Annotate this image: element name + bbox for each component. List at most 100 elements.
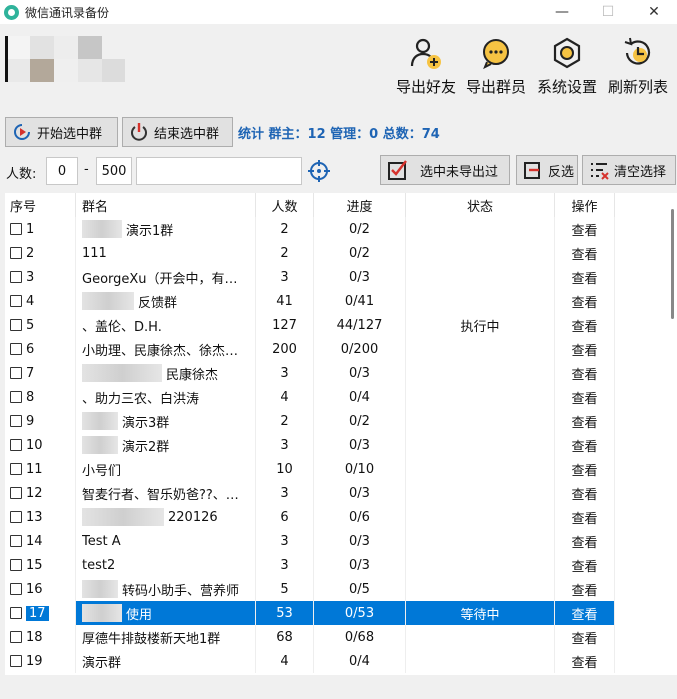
minimize-button[interactable]: —: [539, 0, 585, 24]
view-link[interactable]: 查看: [555, 601, 615, 625]
start-selected-label: 开始选中群: [37, 126, 103, 142]
table-row[interactable]: 4 反馈群 41 0/41 查看: [5, 289, 665, 313]
min-count-input[interactable]: 0: [46, 157, 78, 185]
start-selected-button[interactable]: 开始选中群: [5, 117, 118, 147]
stop-selected-button[interactable]: 结束选中群: [122, 117, 233, 147]
row-number-cell: 2: [5, 241, 76, 265]
table-row[interactable]: 3 GeorgeXu（开会中，有… 3 0/3 查看: [5, 265, 665, 289]
select-unexported-button[interactable]: 选中未导出过: [380, 155, 510, 185]
horizontal-scrollbar[interactable]: [5, 676, 677, 699]
group-name: GeorgeXu（开会中，有…: [82, 271, 238, 287]
row-checkbox[interactable]: [10, 439, 22, 451]
view-link[interactable]: 查看: [555, 217, 615, 241]
col-header-progress[interactable]: 进度: [314, 193, 406, 217]
member-count: 3: [256, 265, 314, 289]
row-checkbox[interactable]: [10, 559, 22, 571]
col-header-no[interactable]: 序号: [5, 193, 76, 217]
row-number: 16: [26, 581, 43, 597]
view-link[interactable]: 查看: [555, 385, 615, 409]
refresh-button[interactable]: 刷新列表: [603, 36, 673, 97]
group-name-cell: 演示群: [76, 649, 256, 673]
view-link[interactable]: 查看: [555, 481, 615, 505]
group-name-cell: 111: [76, 241, 256, 265]
group-name-cell: 演示2群: [76, 433, 256, 457]
scroll-thumb[interactable]: [671, 209, 674, 319]
view-link[interactable]: 查看: [555, 505, 615, 529]
member-count: 41: [256, 289, 314, 313]
view-link[interactable]: 查看: [555, 625, 615, 649]
table-row[interactable]: 6 小助理、民康徐杰、徐杰… 200 0/200 查看: [5, 337, 665, 361]
table-row[interactable]: 12 智麦行者、智乐奶爸??、… 3 0/3 查看: [5, 481, 665, 505]
col-header-action[interactable]: 操作: [555, 193, 615, 217]
table-row[interactable]: 13 220126 6 0/6 查看: [5, 505, 665, 529]
col-header-count[interactable]: 人数: [256, 193, 314, 217]
row-number-cell: 6: [5, 337, 76, 361]
table-row[interactable]: 17 使用 53 0/53 等待中 查看: [5, 601, 665, 625]
settings-label: 系统设置: [536, 78, 597, 96]
clear-selection-button[interactable]: 清空选择: [582, 155, 676, 185]
view-link[interactable]: 查看: [555, 409, 615, 433]
table-row[interactable]: 19 演示群 4 0/4 查看: [5, 649, 665, 673]
max-count-input[interactable]: 500: [96, 157, 132, 185]
row-checkbox[interactable]: [10, 607, 22, 619]
view-link[interactable]: 查看: [555, 337, 615, 361]
table-row[interactable]: 10 演示2群 3 0/3 查看: [5, 433, 665, 457]
settings-button[interactable]: 系统设置: [532, 36, 602, 97]
progress: 0/41: [314, 289, 406, 313]
table-row[interactable]: 1 演示1群 2 0/2 查看: [5, 217, 665, 241]
table-row[interactable]: 18 厚德牛排鼓楼新天地1群 68 0/68 查看: [5, 625, 665, 649]
table-row[interactable]: 7 民康徐杰 3 0/3 查看: [5, 361, 665, 385]
table-row[interactable]: 16 转码小助手、营养师 5 0/5 查看: [5, 577, 665, 601]
col-header-status[interactable]: 状态: [406, 193, 555, 217]
row-checkbox[interactable]: [10, 295, 22, 307]
member-count: 53: [256, 601, 314, 625]
table-row[interactable]: 9 演示3群 2 0/2 查看: [5, 409, 665, 433]
export-friends-button[interactable]: 导出好友: [391, 36, 461, 97]
view-link[interactable]: 查看: [555, 529, 615, 553]
table-row[interactable]: 14 Test A 3 0/3 查看: [5, 529, 665, 553]
row-number-cell: 18: [5, 625, 76, 649]
vertical-scrollbar[interactable]: [667, 193, 677, 675]
maximize-button[interactable]: ☐: [585, 0, 631, 24]
gear-icon: [553, 37, 581, 69]
row-checkbox[interactable]: [10, 247, 22, 259]
row-checkbox[interactable]: [10, 511, 22, 523]
table-row[interactable]: 2 111 2 0/2 查看: [5, 241, 665, 265]
table-row[interactable]: 8 、助力三农、白洪涛 4 0/4 查看: [5, 385, 665, 409]
row-checkbox[interactable]: [10, 319, 22, 331]
view-link[interactable]: 查看: [555, 577, 615, 601]
table-row[interactable]: 11 小号们 10 0/10 查看: [5, 457, 665, 481]
row-checkbox[interactable]: [10, 463, 22, 475]
view-link[interactable]: 查看: [555, 457, 615, 481]
view-link[interactable]: 查看: [555, 361, 615, 385]
row-checkbox[interactable]: [10, 391, 22, 403]
view-link[interactable]: 查看: [555, 289, 615, 313]
view-link[interactable]: 查看: [555, 265, 615, 289]
row-checkbox[interactable]: [10, 271, 22, 283]
row-checkbox[interactable]: [10, 535, 22, 547]
row-number: 17: [26, 605, 49, 621]
view-link[interactable]: 查看: [555, 241, 615, 265]
row-checkbox[interactable]: [10, 631, 22, 643]
title-bar: 微信通讯录备份 — ☐ ✕: [0, 0, 677, 24]
view-link[interactable]: 查看: [555, 649, 615, 673]
view-link[interactable]: 查看: [555, 313, 615, 337]
table-row[interactable]: 5 、盖伦、D.H. 127 44/127 执行中 查看: [5, 313, 665, 337]
invert-selection-button[interactable]: 反选: [516, 155, 578, 185]
target-icon[interactable]: [306, 158, 332, 184]
search-input[interactable]: [136, 157, 302, 185]
export-members-button[interactable]: 导出群员: [461, 36, 531, 97]
close-button[interactable]: ✕: [631, 0, 677, 24]
row-checkbox[interactable]: [10, 415, 22, 427]
row-checkbox[interactable]: [10, 487, 22, 499]
row-checkbox[interactable]: [10, 655, 22, 667]
view-link[interactable]: 查看: [555, 553, 615, 577]
table-row[interactable]: 15 test2 3 0/3 查看: [5, 553, 665, 577]
row-checkbox[interactable]: [10, 223, 22, 235]
row-checkbox[interactable]: [10, 343, 22, 355]
row-checkbox[interactable]: [10, 367, 22, 379]
view-link[interactable]: 查看: [555, 433, 615, 457]
group-name: 小号们: [82, 463, 122, 479]
col-header-name[interactable]: 群名: [76, 193, 256, 217]
row-checkbox[interactable]: [10, 583, 22, 595]
